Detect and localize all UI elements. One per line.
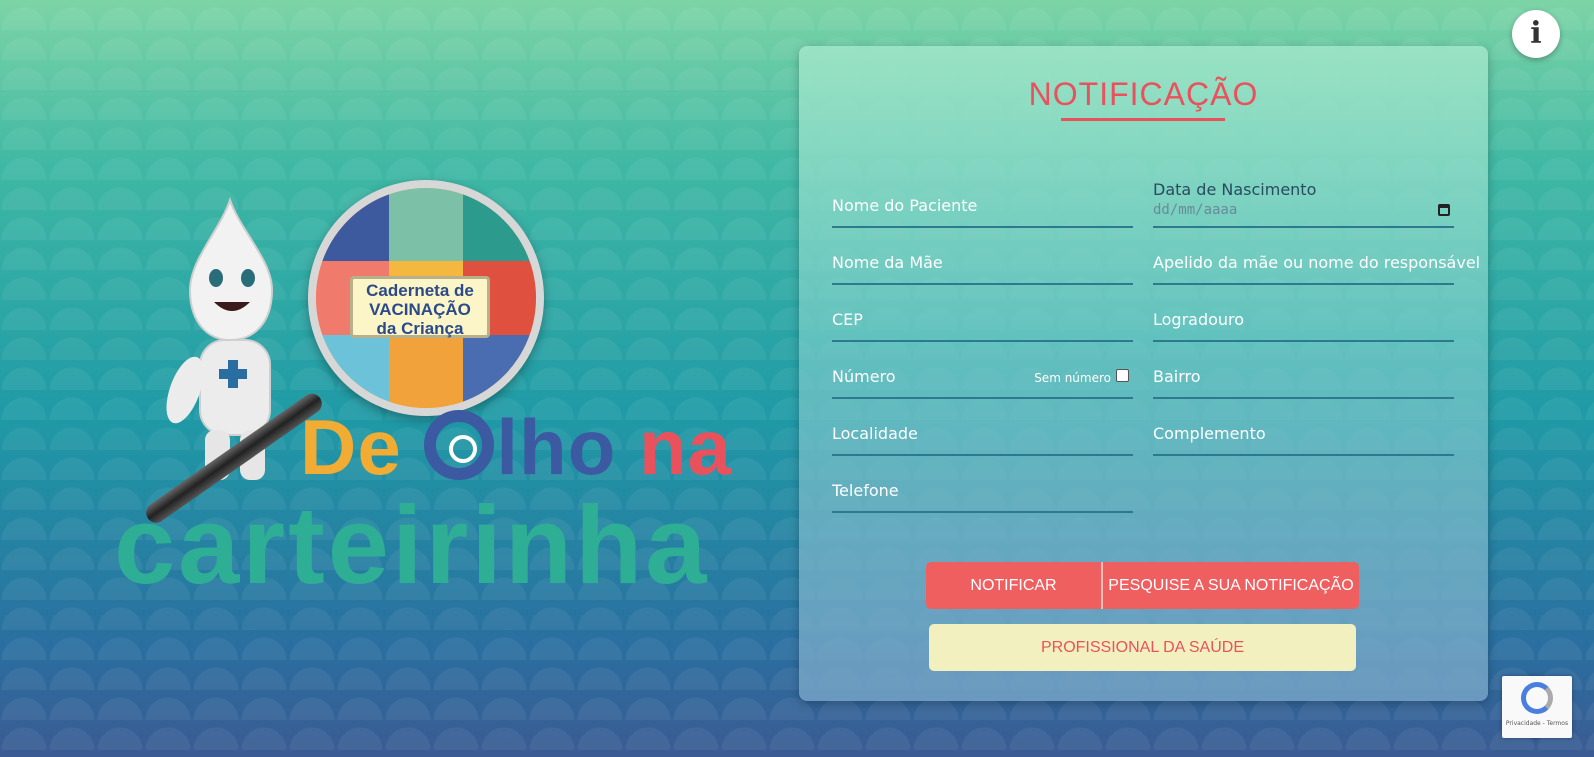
title-underline <box>1061 118 1225 121</box>
caderneta-label: Caderneta de VACINAÇÃO da Criança <box>350 276 490 338</box>
data-nascimento-field[interactable]: Data de Nascimento dd/mm/aaaa <box>1153 180 1454 228</box>
cep-field[interactable]: CEP <box>832 294 1133 342</box>
nome-paciente-field[interactable]: Nome do Paciente <box>832 180 1133 228</box>
logradouro-field[interactable]: Logradouro <box>1153 294 1454 342</box>
logo-text-bottom: carteirinha <box>114 484 710 607</box>
profissional-saude-button[interactable]: PROFISSIONAL DA SAÚDE <box>929 624 1356 671</box>
sem-numero-label: Sem número <box>1034 371 1111 385</box>
localidade-field[interactable]: Localidade <box>832 408 1133 456</box>
pesquise-notificacao-button[interactable]: PESQUISE A SUA NOTIFICAÇÃO <box>1103 562 1359 609</box>
apelido-mae-field[interactable]: Apelido da mãe ou nome do responsável <box>1153 237 1480 285</box>
hero-logo: Caderneta de VACINAÇÃO da Criança De lho… <box>100 170 740 606</box>
form-title: NOTIFICAÇÃO <box>1028 76 1259 112</box>
recaptcha-icon <box>1521 682 1553 714</box>
telefone-field[interactable]: Telefone <box>832 465 1133 513</box>
notification-form-card: NOTIFICAÇÃO Nome do Paciente Data de Nas… <box>799 46 1488 701</box>
complemento-field[interactable]: Complemento <box>1153 408 1454 456</box>
notificar-button[interactable]: NOTIFICAR <box>926 562 1103 609</box>
bairro-field[interactable]: Bairro <box>1153 351 1454 399</box>
info-icon: i <box>1530 16 1542 51</box>
nome-mae-field[interactable]: Nome da Mãe <box>832 237 1133 285</box>
recaptcha-badge[interactable]: Privacidade - Termos <box>1502 676 1572 738</box>
numero-field[interactable]: Número Sem número <box>832 351 1133 399</box>
calendar-icon[interactable] <box>1438 204 1450 216</box>
logo-text-top: De lho na <box>300 403 733 491</box>
sem-numero-checkbox[interactable] <box>1116 369 1129 382</box>
info-button[interactable]: i <box>1512 10 1560 58</box>
action-button-group: NOTIFICAR PESQUISE A SUA NOTIFICAÇÃO <box>926 562 1359 609</box>
magnifier-lens: Caderneta de VACINAÇÃO da Criança <box>308 180 544 416</box>
eye-ring-icon <box>424 410 495 480</box>
